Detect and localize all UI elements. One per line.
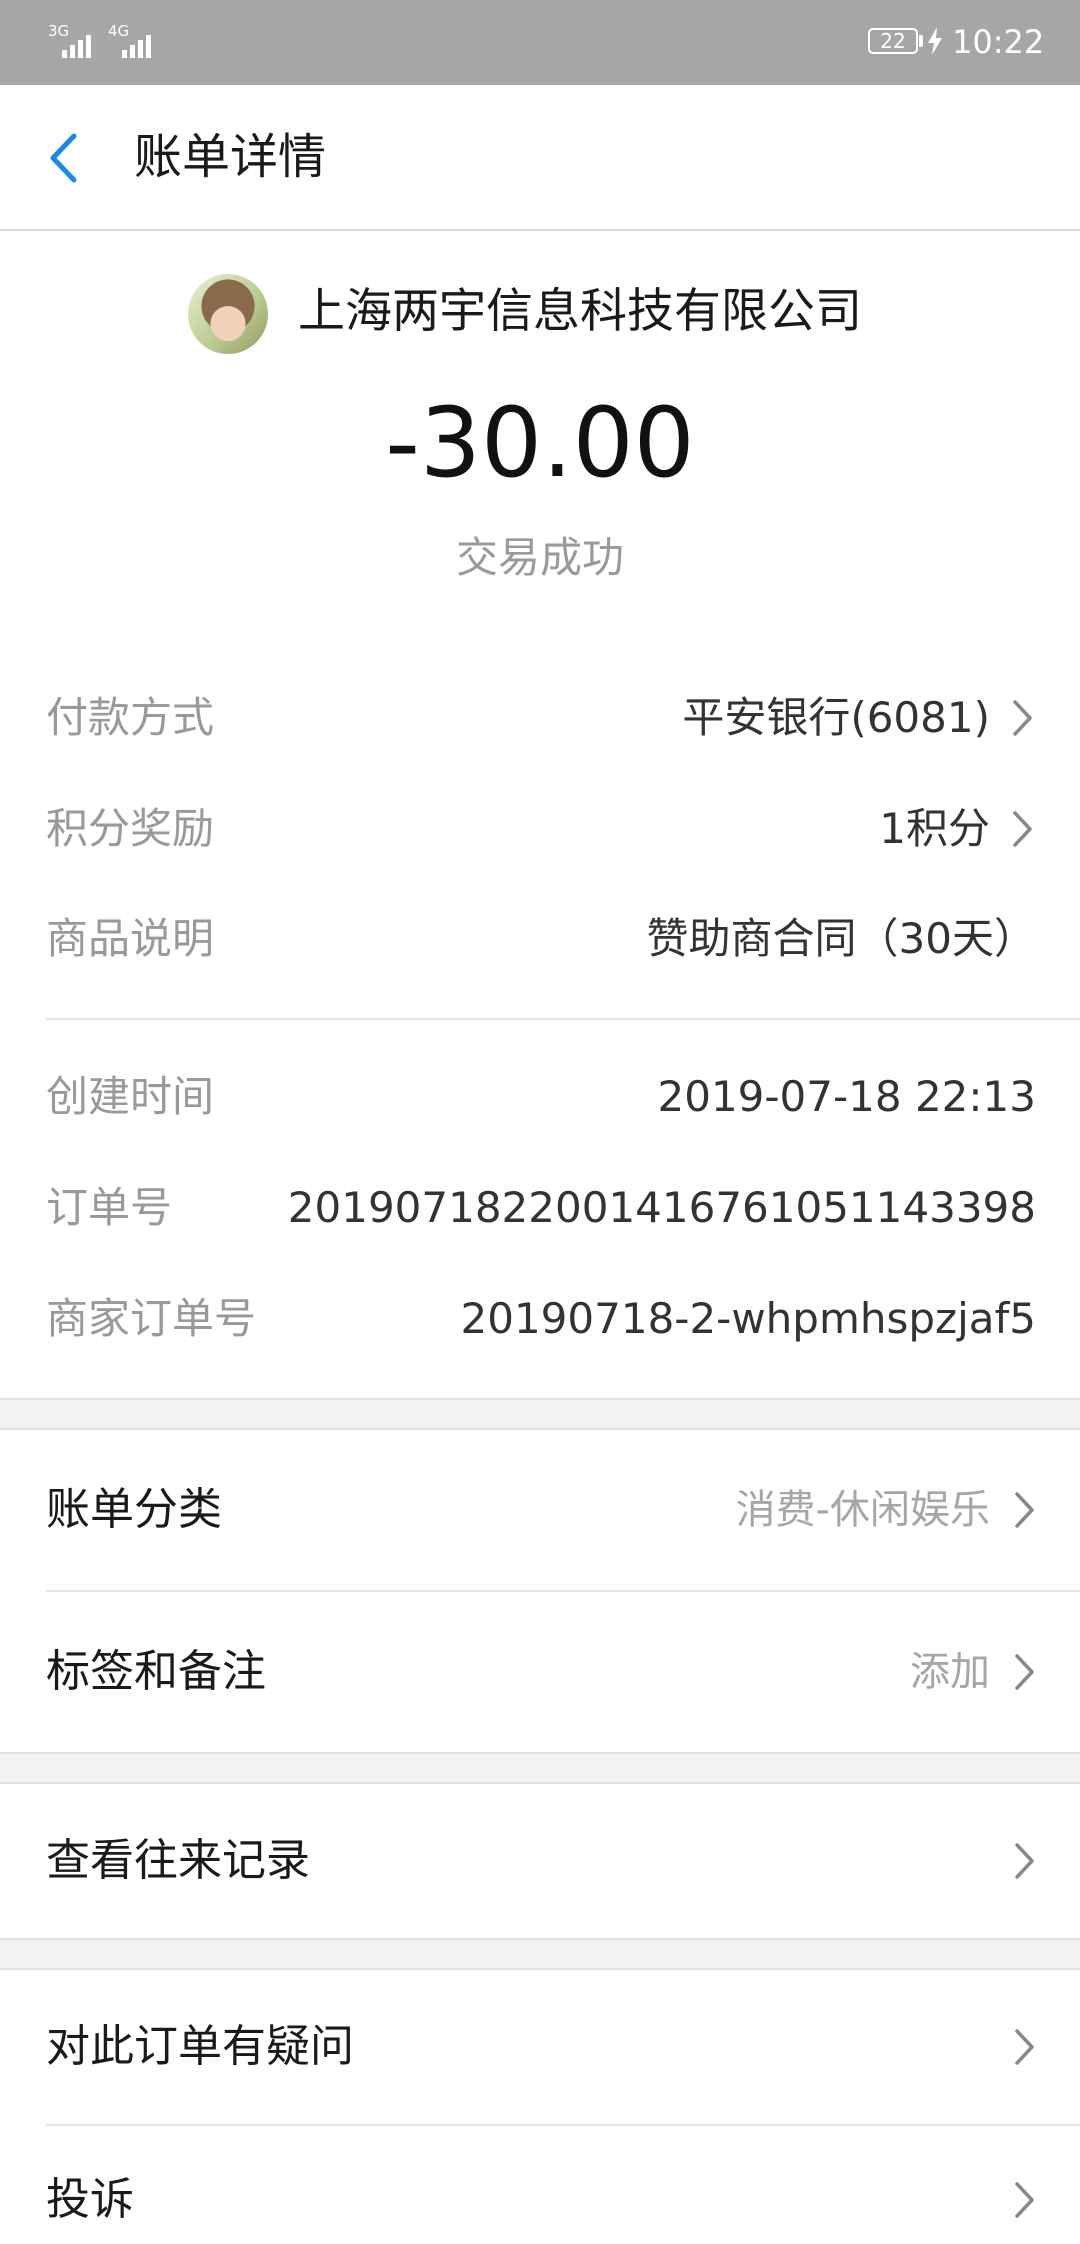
bill-category-label: 账单分类 (46, 1484, 222, 1535)
complaint-label: 投诉 (46, 2174, 134, 2225)
created-time-row: 创建时间 2019-07-18 22:13 (46, 1065, 1036, 1129)
charging-bolt-icon (928, 27, 942, 55)
chevron-right-icon (1013, 811, 1032, 847)
battery-icon: 22 (868, 28, 918, 54)
points-reward-row[interactable]: 积分奖励 1积分 (46, 797, 1036, 861)
payment-method-row[interactable]: 付款方式 平安银行(6081) (46, 686, 1036, 750)
order-no-value: 2019071822001416761051143398 (287, 1183, 1036, 1232)
bill-category-value: 消费-休闲娱乐 (735, 1487, 990, 1533)
tags-notes-label: 标签和备注 (46, 1646, 266, 1697)
battery-tip (919, 35, 923, 47)
order-no-row: 订单号 2019071822001416761051143398 (46, 1176, 1036, 1240)
merchant-order-no-value: 20190718-2-whpmhspzjaf5 (460, 1294, 1036, 1343)
back-button[interactable] (44, 131, 84, 185)
chevron-right-icon (1015, 1843, 1034, 1879)
chevron-right-icon (1015, 2029, 1034, 2065)
page-title: 账单详情 (134, 129, 327, 185)
divider (46, 1018, 1080, 1020)
product-desc-label: 商品说明 (46, 914, 215, 963)
header: 账单详情 (0, 85, 1080, 231)
history-label: 查看往来记录 (46, 1835, 310, 1886)
created-time-value: 2019-07-18 22:13 (657, 1072, 1036, 1121)
points-reward-label: 积分奖励 (46, 804, 215, 853)
section-separator (0, 1938, 1080, 1970)
product-desc-value: 赞助商合同（30天） (646, 914, 1036, 963)
tags-notes-row[interactable]: 标签和备注 添加 (0, 1592, 1080, 1752)
chevron-right-icon (1013, 700, 1032, 736)
merchant-order-no-row: 商家订单号 20190718-2-whpmhspzjaf5 (46, 1287, 1036, 1351)
amount: -30.00 (385, 387, 695, 499)
section-separator (0, 1398, 1080, 1430)
chevron-right-icon (1015, 1492, 1034, 1528)
complaint-row[interactable]: 投诉 (0, 2126, 1080, 2244)
history-row[interactable]: 查看往来记录 (0, 1784, 1080, 1938)
chevron-right-icon (1015, 2182, 1034, 2218)
clock: 10:22 (952, 23, 1045, 61)
created-time-label: 创建时间 (46, 1072, 215, 1121)
chevron-right-icon (1015, 1654, 1034, 1690)
payment-method-value: 平安银行(6081) (682, 693, 990, 742)
status-bar: 3G 4G 22 10:22 (0, 0, 1080, 85)
merchant-name: 上海两宇信息科技有限公司 (298, 284, 862, 339)
section-separator (0, 1752, 1080, 1784)
merchant-order-no-label: 商家订单号 (46, 1294, 257, 1343)
tags-notes-value: 添加 (910, 1649, 990, 1695)
product-desc-row: 商品说明 赞助商合同（30天） (46, 907, 1036, 971)
points-reward-value: 1积分 (879, 804, 990, 853)
bill-category-row[interactable]: 账单分类 消费-休闲娱乐 (0, 1430, 1080, 1590)
order-question-label: 对此订单有疑问 (46, 2021, 354, 2072)
order-no-label: 订单号 (46, 1183, 173, 1232)
battery-level: 22 (880, 29, 906, 53)
payment-method-label: 付款方式 (46, 693, 215, 742)
order-question-row[interactable]: 对此订单有疑问 (0, 1970, 1080, 2124)
merchant-avatar (188, 274, 268, 354)
transaction-status: 交易成功 (455, 533, 624, 582)
